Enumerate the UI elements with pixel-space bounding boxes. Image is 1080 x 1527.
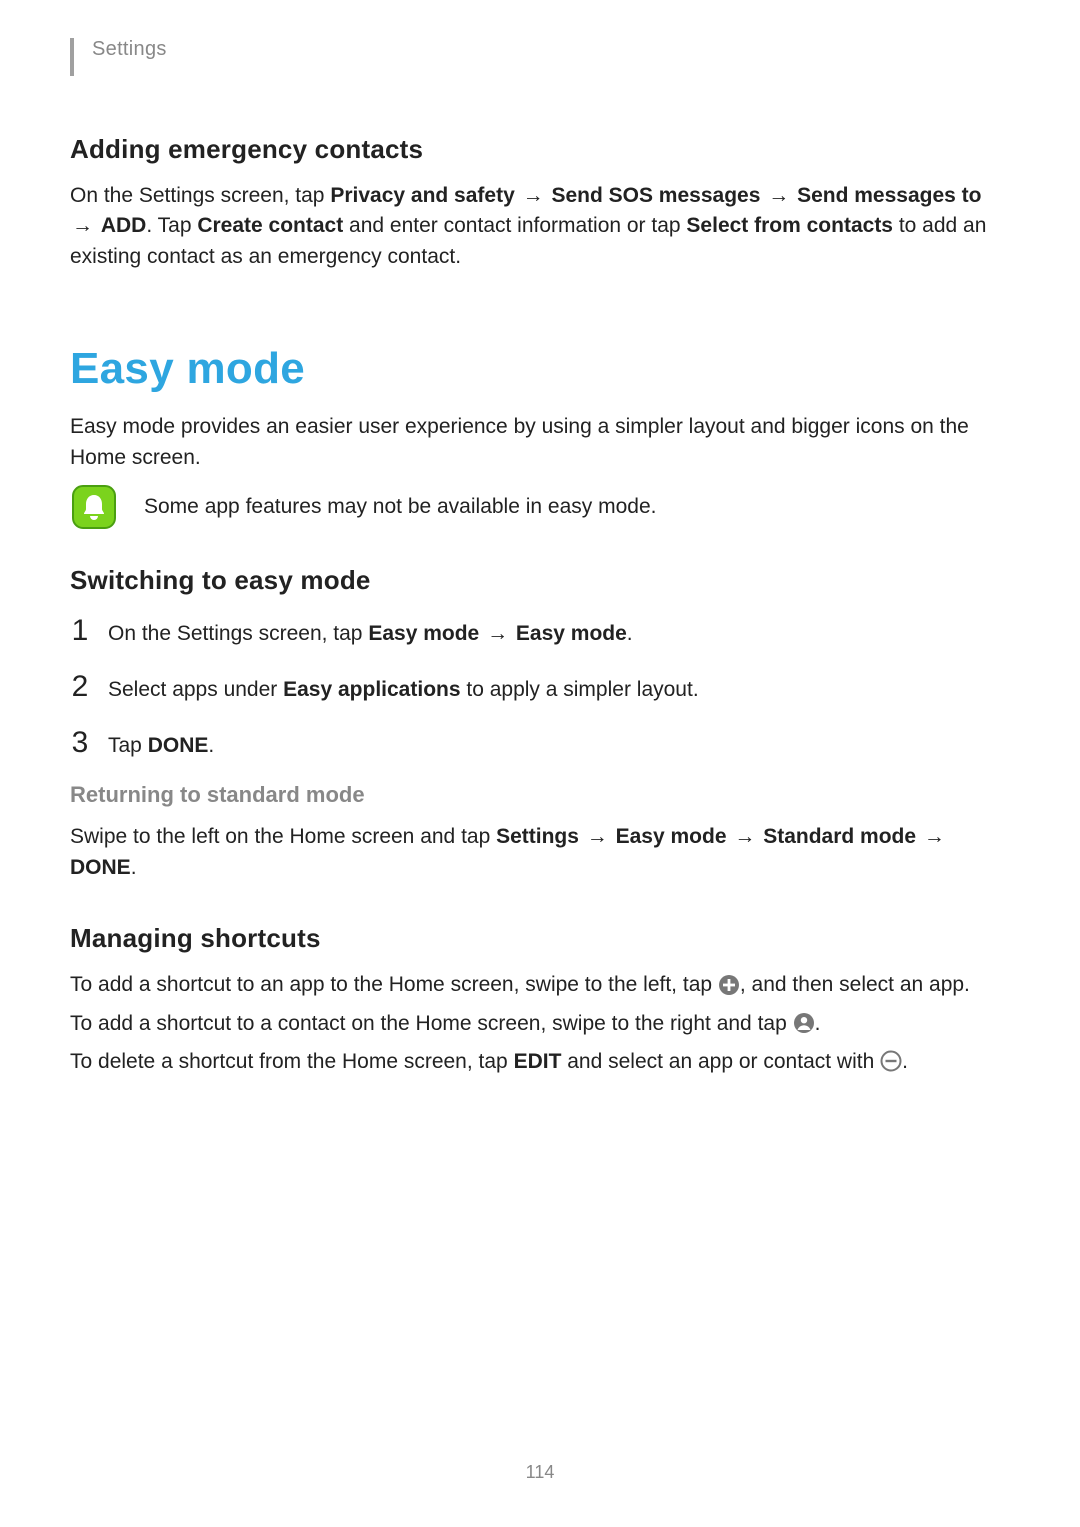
paragraph-easy-intro: Easy mode provides an easier user experi…	[70, 412, 1010, 473]
contact-circle-icon	[793, 1012, 815, 1034]
minus-circle-icon	[880, 1050, 902, 1072]
bell-icon	[72, 485, 116, 529]
step-number: 2	[70, 670, 90, 704]
paragraph-shortcut-delete: To delete a shortcut from the Home scree…	[70, 1047, 1010, 1077]
note-callout: Some app features may not be available i…	[72, 485, 1010, 529]
step-text: Select apps under Easy applications to a…	[108, 678, 699, 702]
step-number: 1	[70, 614, 90, 648]
note-text: Some app features may not be available i…	[144, 495, 656, 519]
step-3: 3 Tap DONE.	[70, 726, 1010, 760]
page-number: 114	[0, 1462, 1080, 1483]
heading-switching-to-easy-mode: Switching to easy mode	[70, 565, 1010, 596]
heading-returning-to-standard-mode: Returning to standard mode	[70, 782, 1010, 808]
paragraph-emergency: On the Settings screen, tap Privacy and …	[70, 181, 1010, 272]
step-text: On the Settings screen, tap Easy mode → …	[108, 622, 633, 646]
breadcrumb: Settings	[70, 38, 1010, 76]
heading-adding-emergency-contacts: Adding emergency contacts	[70, 134, 1010, 165]
paragraph-shortcut-add-contact: To add a shortcut to a contact on the Ho…	[70, 1009, 1010, 1039]
step-number: 3	[70, 726, 90, 760]
plus-circle-icon	[718, 974, 740, 996]
step-2: 2 Select apps under Easy applications to…	[70, 670, 1010, 704]
ordered-steps: 1 On the Settings screen, tap Easy mode …	[70, 614, 1010, 760]
step-1: 1 On the Settings screen, tap Easy mode …	[70, 614, 1010, 648]
paragraph-returning: Swipe to the left on the Home screen and…	[70, 822, 1010, 883]
step-text: Tap DONE.	[108, 734, 214, 758]
heading-managing-shortcuts: Managing shortcuts	[70, 923, 1010, 954]
breadcrumb-label: Settings	[92, 38, 167, 61]
heading-easy-mode: Easy mode	[70, 344, 1010, 394]
paragraph-shortcut-add-app: To add a shortcut to an app to the Home …	[70, 970, 1010, 1000]
